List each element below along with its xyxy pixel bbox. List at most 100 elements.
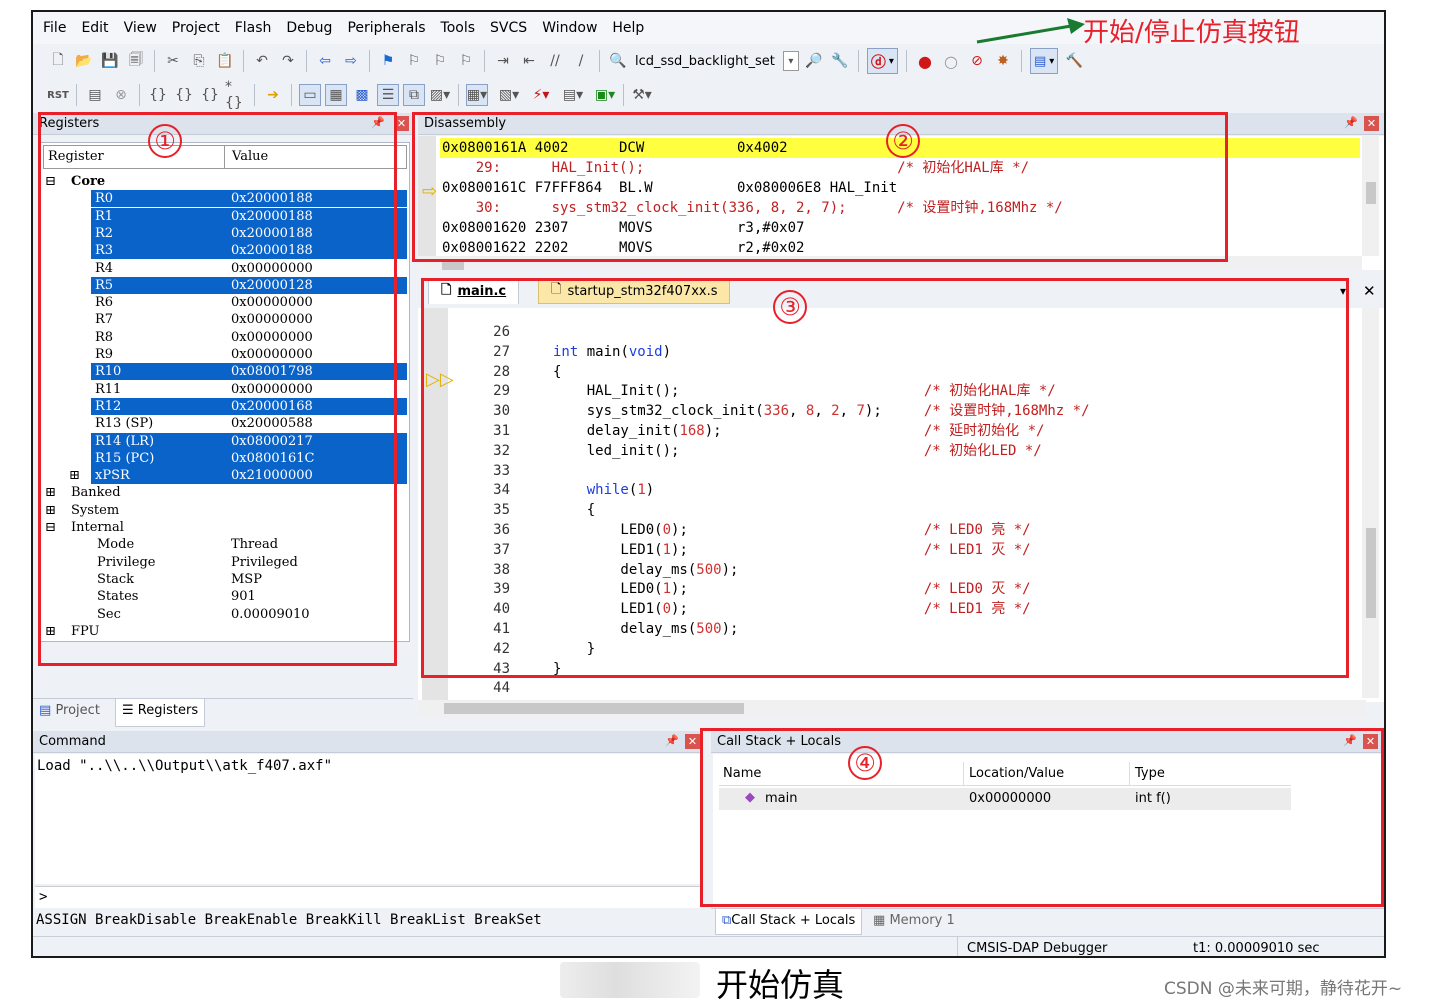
register-row[interactable]: R1 0x20000188 bbox=[39, 207, 411, 225]
disassembly-line[interactable]: 0x08001620 2307 MOVS r3,#0x07 bbox=[440, 218, 1360, 238]
tab-registers[interactable]: ☰ Registers bbox=[115, 699, 206, 727]
disassembly-window-icon[interactable]: ▦ bbox=[325, 84, 347, 106]
tree-item-group[interactable]: ⊞ System bbox=[39, 502, 411, 519]
register-row[interactable]: R15 (PC) 0x0800161C bbox=[39, 449, 411, 467]
menu-view[interactable]: View bbox=[124, 20, 157, 36]
code-line[interactable]: LED1(1); /* LED1 灭 */ bbox=[553, 540, 1030, 560]
editor-view[interactable]: 26 27 int main(void) 28{29 HAL_Init(); /* 初… bbox=[418, 308, 1384, 702]
scroll-thumb[interactable] bbox=[442, 259, 464, 270]
internal-row[interactable]: Mode Thread bbox=[39, 536, 411, 553]
editor-scrollbar[interactable] bbox=[1362, 308, 1379, 698]
menu-file[interactable]: File bbox=[43, 20, 66, 36]
expand-icon[interactable]: ⊞ bbox=[45, 502, 56, 519]
register-value[interactable]: 0x08000217 bbox=[231, 433, 313, 450]
watch-window-icon[interactable]: ▨▾ bbox=[429, 84, 451, 106]
register-value[interactable]: 0x20000188 bbox=[231, 242, 313, 259]
tree-item-core[interactable]: ⊟ Core bbox=[39, 173, 411, 190]
register-value[interactable]: 0x00000000 bbox=[231, 311, 313, 328]
scroll-thumb[interactable] bbox=[1366, 528, 1376, 618]
stop-icon[interactable]: ⊗ bbox=[110, 84, 132, 106]
code-line[interactable]: } bbox=[553, 659, 561, 679]
register-value[interactable]: 0x20000128 bbox=[231, 277, 313, 294]
bookmark-clear-icon[interactable]: ⚐ bbox=[455, 50, 477, 72]
menu-tools[interactable]: Tools bbox=[441, 20, 476, 36]
save-all-icon[interactable]: 🗐 bbox=[125, 50, 147, 72]
toolbox-icon[interactable]: ⚒▾ bbox=[631, 84, 653, 106]
breakpoint-disable-all-icon[interactable]: ⊘ bbox=[966, 50, 988, 72]
register-row[interactable]: R0 0x20000188 bbox=[39, 190, 411, 208]
command-input[interactable]: > bbox=[35, 886, 701, 908]
paste-icon[interactable]: 📋 bbox=[214, 50, 236, 72]
register-value[interactable]: 0x00000000 bbox=[231, 260, 313, 277]
code-line[interactable]: delay_ms(500); bbox=[553, 560, 738, 580]
scroll-thumb[interactable] bbox=[1366, 182, 1376, 204]
step-out-icon[interactable]: {} bbox=[199, 84, 221, 106]
register-row[interactable]: R4 0x00000000 bbox=[39, 260, 411, 277]
register-value[interactable]: 0x20000188 bbox=[231, 225, 313, 242]
tab-memory[interactable]: ▦ Memory 1 bbox=[873, 913, 955, 928]
menu-window[interactable]: Window bbox=[542, 20, 597, 36]
menu-debug[interactable]: Debug bbox=[286, 20, 332, 36]
symbols-window-icon[interactable]: ▩ bbox=[351, 84, 373, 106]
close-icon[interactable]: ✕ bbox=[685, 734, 700, 749]
breakpoint-insert-icon[interactable]: ● bbox=[914, 50, 936, 72]
register-row[interactable]: R3 0x20000188 bbox=[39, 242, 411, 260]
code-line[interactable] bbox=[553, 461, 587, 481]
register-row[interactable]: R11 0x00000000 bbox=[39, 381, 411, 398]
open-file-icon[interactable]: 📂 bbox=[73, 50, 95, 72]
indent-icon[interactable]: ⇥ bbox=[492, 50, 514, 72]
disassembly-hscrollbar[interactable] bbox=[418, 256, 1362, 270]
tab-list-dropdown-icon[interactable]: ▾ bbox=[1340, 284, 1346, 298]
code-line[interactable]: } bbox=[553, 639, 595, 659]
pin-icon[interactable]: 📌 bbox=[371, 116, 385, 130]
close-icon[interactable]: ✕ bbox=[1363, 734, 1378, 749]
register-row[interactable]: xPSR 0x21000000 ⊞ bbox=[39, 467, 411, 485]
call-stack-window-icon[interactable]: ⧉ bbox=[403, 84, 425, 106]
tab-project[interactable]: ▤ Project bbox=[39, 703, 100, 718]
collapse-icon[interactable]: ⊟ bbox=[45, 173, 56, 190]
disassembly-scrollbar[interactable] bbox=[1362, 136, 1379, 256]
menu-edit[interactable]: Edit bbox=[81, 20, 108, 36]
find-icon[interactable]: 🔎 bbox=[803, 50, 825, 72]
register-value[interactable]: 0x20000168 bbox=[231, 398, 313, 415]
run-icon[interactable]: ▤ bbox=[84, 84, 106, 106]
register-value[interactable]: 0x00000000 bbox=[231, 346, 313, 363]
pin-icon[interactable]: 📌 bbox=[665, 734, 679, 748]
new-file-icon[interactable]: 🗋 bbox=[47, 50, 69, 72]
nav-back-icon[interactable]: ⇦ bbox=[314, 50, 336, 72]
uncomment-icon[interactable]: / bbox=[570, 50, 592, 72]
tree-item-group[interactable]: ⊟ Internal bbox=[39, 519, 411, 536]
code-line[interactable]: LED0(1); /* LED0 灭 */ bbox=[553, 579, 1030, 599]
menu-project[interactable]: Project bbox=[172, 20, 220, 36]
redo-icon[interactable]: ↷ bbox=[277, 50, 299, 72]
outdent-icon[interactable]: ⇤ bbox=[518, 50, 540, 72]
target-name-combo[interactable]: lcd_ssd_backlight_set bbox=[635, 54, 775, 69]
pin-icon[interactable]: 📌 bbox=[1344, 116, 1358, 130]
breakpoint-disable-icon[interactable]: ○ bbox=[940, 50, 962, 72]
code-line[interactable]: delay_init(168); /* 延时初始化 */ bbox=[553, 421, 1045, 441]
register-row[interactable]: R8 0x00000000 bbox=[39, 329, 411, 346]
breakpoint-kill-all-icon[interactable]: ✸ bbox=[992, 50, 1014, 72]
register-row[interactable]: R12 0x20000168 bbox=[39, 397, 411, 415]
trace-window-icon[interactable]: ▤▾ bbox=[562, 84, 584, 106]
close-icon[interactable]: ✕ bbox=[1364, 116, 1379, 131]
code-line[interactable]: { bbox=[553, 500, 595, 520]
disassembly-line[interactable]: 29: HAL_Init(); /* 初始化HAL库 */ bbox=[440, 158, 1360, 178]
code-line[interactable]: delay_ms(500); bbox=[553, 619, 738, 639]
register-row[interactable]: R7 0x00000000 bbox=[39, 311, 411, 328]
configure-icon[interactable]: 🔨 bbox=[1063, 50, 1085, 72]
menu-help[interactable]: Help bbox=[612, 20, 644, 36]
analysis-window-icon[interactable]: ⚡▾ bbox=[530, 84, 552, 106]
register-row[interactable]: R13 (SP) 0x20000588 bbox=[39, 415, 411, 432]
menu-peripherals[interactable]: Peripherals bbox=[347, 20, 425, 36]
run-to-cursor-icon[interactable]: *{} bbox=[225, 79, 247, 111]
bookmark-next-icon[interactable]: ⚐ bbox=[429, 50, 451, 72]
pin-icon[interactable]: 📌 bbox=[1343, 734, 1357, 748]
system-viewer-icon[interactable]: ▣▾ bbox=[594, 84, 616, 106]
copy-icon[interactable]: ⎘ bbox=[188, 50, 210, 72]
expand-icon[interactable]: ⊞ bbox=[69, 467, 80, 484]
disassembly-line[interactable]: 30: sys_stm32_clock_init(336, 8, 2, 7); … bbox=[440, 198, 1360, 218]
register-row[interactable]: R2 0x20000188 bbox=[39, 224, 411, 242]
register-value[interactable]: 0x20000188 bbox=[231, 190, 313, 207]
menu-flash[interactable]: Flash bbox=[235, 20, 272, 36]
